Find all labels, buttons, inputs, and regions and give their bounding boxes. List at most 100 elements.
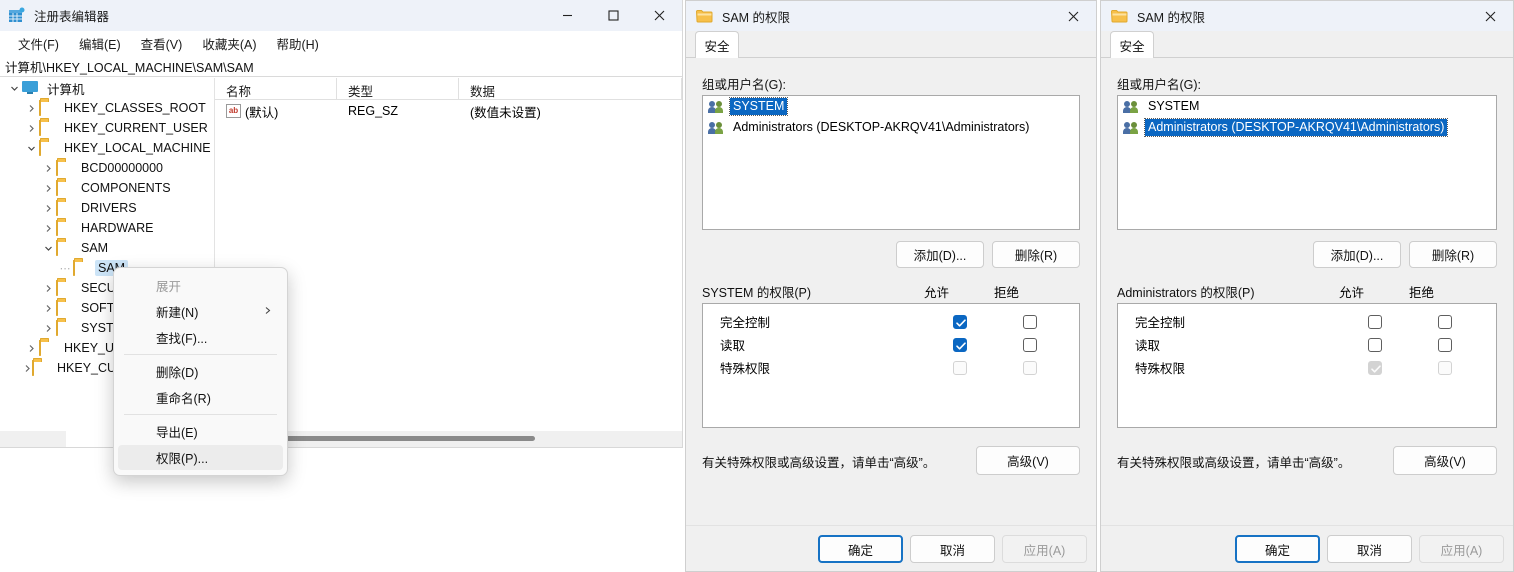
tree-item-hardware[interactable]: HARDWARE bbox=[0, 218, 214, 238]
table-row[interactable]: 完全控制 bbox=[703, 310, 1079, 333]
chevron-down-icon[interactable] bbox=[6, 84, 22, 93]
table-row[interactable]: ab (默认) REG_SZ (数值未设置) bbox=[215, 100, 682, 122]
chevron-right-icon[interactable] bbox=[40, 284, 56, 293]
chevron-right-icon[interactable] bbox=[40, 204, 56, 213]
tree-item-label: SAM bbox=[81, 241, 109, 255]
table-row[interactable]: 特殊权限 bbox=[703, 356, 1079, 379]
remove-button[interactable]: 删除(R) bbox=[1409, 241, 1497, 268]
chevron-right-icon[interactable] bbox=[23, 364, 32, 373]
tree-item-drivers[interactable]: DRIVERS bbox=[0, 198, 214, 218]
tree-item-hkey-classes-root[interactable]: HKEY_CLASSES_ROOT bbox=[0, 98, 214, 118]
tree-item-label: HKEY_CURRENT_USER bbox=[64, 121, 208, 135]
advanced-button[interactable]: 高级(V) bbox=[976, 446, 1080, 475]
registry-icon bbox=[8, 7, 25, 24]
deny-checkbox[interactable] bbox=[1023, 314, 1037, 329]
table-row[interactable]: 特殊权限 bbox=[1118, 356, 1496, 379]
tree-item-components[interactable]: COMPONENTS bbox=[0, 178, 214, 198]
tree-item--[interactable]: 计算机 bbox=[0, 78, 214, 98]
menu-favorites[interactable]: 收藏夹(A) bbox=[192, 31, 266, 56]
close-icon[interactable] bbox=[1051, 1, 1096, 31]
tree-item-label: BCD00000000 bbox=[81, 161, 164, 175]
folder-icon bbox=[73, 260, 90, 276]
maximize-button[interactable] bbox=[590, 0, 636, 31]
permissions-dialog-administrators: SAM 的权限 安全 组或用户名(G): SYSTEM Administrators… bbox=[1100, 0, 1514, 572]
column-header-type[interactable]: 类型 bbox=[337, 78, 459, 99]
allow-column-header: 允许 bbox=[1339, 286, 1365, 300]
column-header-data[interactable]: 数据 bbox=[459, 78, 682, 99]
tab-security[interactable]: 安全 bbox=[1110, 31, 1154, 58]
menu-file[interactable]: 文件(F) bbox=[8, 31, 69, 56]
allow-checkbox[interactable] bbox=[1368, 337, 1382, 352]
tree-item-label: COMPONENTS bbox=[81, 181, 171, 195]
principals-list[interactable]: SYSTEM Administrators (DESKTOP-AKRQV41\Ad… bbox=[702, 95, 1080, 230]
table-row[interactable]: 完全控制 bbox=[1118, 310, 1496, 333]
tree-item-hkey-local-machine[interactable]: HKEY_LOCAL_MACHINE bbox=[0, 138, 214, 158]
deny-checkbox bbox=[1023, 360, 1037, 375]
tree-item-bcd00000000[interactable]: BCD00000000 bbox=[0, 158, 214, 178]
advanced-button[interactable]: 高级(V) bbox=[1393, 446, 1497, 475]
deny-column-header: 拒绝 bbox=[994, 286, 1020, 300]
add-button[interactable]: 添加(D)... bbox=[1313, 241, 1401, 268]
tree-item-sam[interactable]: SAM bbox=[0, 238, 214, 258]
ok-button[interactable]: 确定 bbox=[818, 535, 903, 563]
list-item[interactable]: SYSTEM bbox=[1118, 96, 1496, 117]
chevron-down-icon[interactable] bbox=[40, 244, 56, 253]
computer-icon bbox=[22, 81, 39, 95]
close-icon[interactable] bbox=[1468, 1, 1513, 31]
table-row[interactable]: 读取 bbox=[703, 333, 1079, 356]
ok-button[interactable]: 确定 bbox=[1235, 535, 1320, 563]
folder-icon bbox=[39, 100, 56, 116]
chevron-right-icon[interactable] bbox=[23, 344, 39, 353]
chevron-right-icon[interactable] bbox=[40, 304, 56, 313]
allow-checkbox[interactable] bbox=[1368, 314, 1382, 329]
permission-name: 特殊权限 bbox=[720, 362, 771, 376]
tree-item-hkey-current-user[interactable]: HKEY_CURRENT_USER bbox=[0, 118, 214, 138]
advanced-hint: 有关特殊权限或高级设置，请单击“高级”。 bbox=[702, 456, 936, 470]
table-row[interactable]: 读取 bbox=[1118, 333, 1496, 356]
context-menu-item[interactable]: 查找(F)... bbox=[118, 325, 283, 350]
group-names-label: 组或用户名(G): bbox=[702, 78, 787, 92]
column-header-name[interactable]: 名称 bbox=[215, 78, 337, 99]
context-menu-item-label: 导出(E) bbox=[156, 426, 198, 440]
minimize-button[interactable] bbox=[544, 0, 590, 31]
deny-checkbox[interactable] bbox=[1438, 314, 1452, 329]
close-button[interactable] bbox=[636, 0, 682, 31]
remove-button[interactable]: 删除(R) bbox=[992, 241, 1080, 268]
menu-help[interactable]: 帮助(H) bbox=[266, 31, 328, 56]
list-item[interactable]: SYSTEM bbox=[703, 96, 1079, 117]
deny-checkbox[interactable] bbox=[1438, 337, 1452, 352]
tab-security[interactable]: 安全 bbox=[695, 31, 739, 58]
chevron-right-icon[interactable] bbox=[40, 164, 56, 173]
menu-view[interactable]: 查看(V) bbox=[131, 31, 193, 56]
context-menu-item[interactable]: 新建(N) bbox=[118, 299, 283, 324]
permission-name: 特殊权限 bbox=[1135, 362, 1186, 376]
context-menu-item[interactable]: 导出(E) bbox=[118, 419, 283, 444]
apply-button: 应用(A) bbox=[1419, 535, 1504, 563]
list-item[interactable]: Administrators (DESKTOP-AKRQV41\Administ… bbox=[1118, 117, 1496, 138]
menu-edit[interactable]: 编辑(E) bbox=[69, 31, 131, 56]
add-button[interactable]: 添加(D)... bbox=[896, 241, 984, 268]
context-menu-item[interactable]: 删除(D) bbox=[118, 359, 283, 384]
chevron-right-icon[interactable] bbox=[23, 124, 39, 133]
tree-leaf-connector: ⋯ bbox=[59, 262, 71, 275]
chevron-right-icon[interactable] bbox=[40, 224, 56, 233]
list-item[interactable]: Administrators (DESKTOP-AKRQV41\Administ… bbox=[703, 117, 1079, 138]
chevron-right-icon[interactable] bbox=[40, 184, 56, 193]
principal-name: Administrators (DESKTOP-AKRQV41\Administ… bbox=[733, 120, 1030, 134]
titlebar: 注册表编辑器 bbox=[0, 0, 682, 31]
deny-checkbox[interactable] bbox=[1023, 337, 1037, 352]
chevron-right-icon[interactable] bbox=[23, 104, 39, 113]
context-menu-item[interactable]: 权限(P)... bbox=[118, 445, 283, 470]
context-menu-item[interactable]: 重命名(R) bbox=[118, 385, 283, 410]
cancel-button[interactable]: 取消 bbox=[910, 535, 995, 563]
address-bar[interactable]: 计算机\HKEY_LOCAL_MACHINE\SAM\SAM bbox=[0, 56, 682, 77]
registry-context-menu[interactable]: 展开 新建(N) 查找(F)... 删除(D) 重命名(R) 导出(E) 权限(P)... bbox=[113, 267, 288, 476]
allow-checkbox[interactable] bbox=[953, 314, 967, 329]
allow-checkbox[interactable] bbox=[953, 337, 967, 352]
chevron-down-icon[interactable] bbox=[23, 144, 39, 153]
chevron-right-icon[interactable] bbox=[40, 324, 56, 333]
cancel-button[interactable]: 取消 bbox=[1327, 535, 1412, 563]
principals-list[interactable]: SYSTEM Administrators (DESKTOP-AKRQV41\Ad… bbox=[1117, 95, 1497, 230]
string-value-icon: ab bbox=[226, 104, 241, 118]
permissions-table: 完全控制 读取特殊权限 bbox=[702, 303, 1080, 428]
